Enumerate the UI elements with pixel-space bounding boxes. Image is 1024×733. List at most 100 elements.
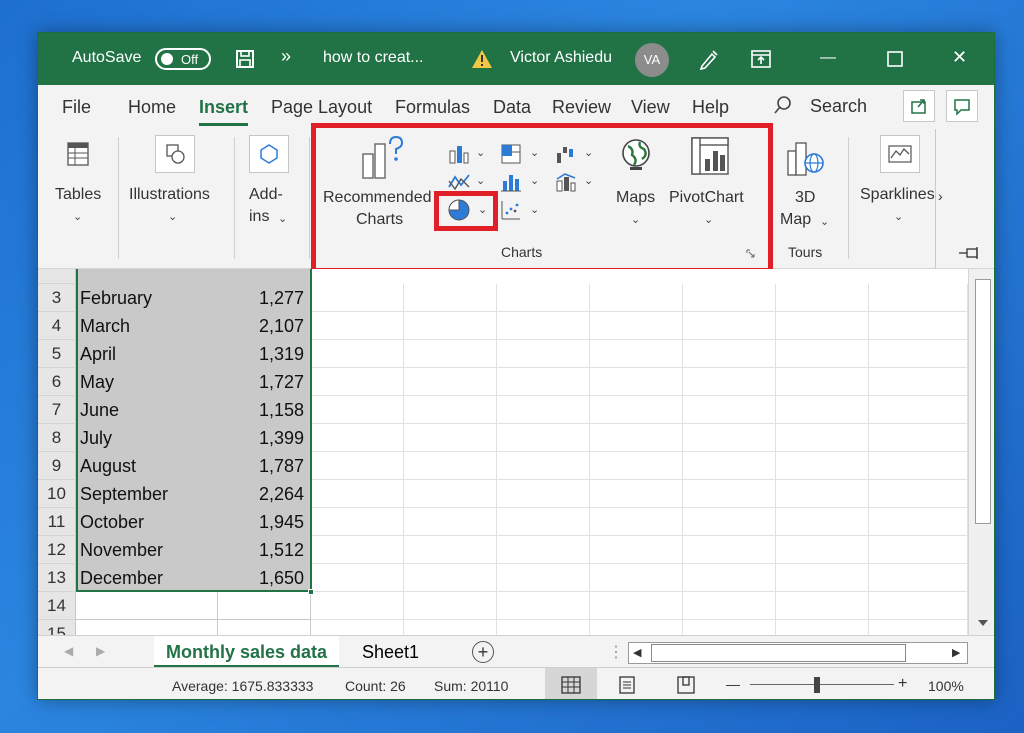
cell[interactable] [869,340,968,368]
tab-home[interactable]: Home [128,97,176,118]
cell[interactable] [311,452,404,480]
ribbon-display-icon[interactable] [747,45,775,73]
cell[interactable] [497,340,590,368]
cell[interactable] [311,564,404,592]
close-button[interactable]: ✕ [952,47,967,68]
row-header[interactable]: 8 [38,424,76,452]
pen-icon[interactable] [695,45,723,73]
chevron-down-icon[interactable]: ⌄ [278,208,287,230]
tab-help[interactable]: Help [692,97,729,118]
cell[interactable] [497,424,590,452]
row-header[interactable]: 11 [38,508,76,536]
cell[interactable] [497,312,590,340]
cell[interactable] [776,396,869,424]
cell[interactable] [869,452,968,480]
cell[interactable] [404,284,497,312]
search-box[interactable]: Search [773,95,867,117]
tab-page-layout[interactable]: Page Layout [271,97,372,118]
scroll-thumb[interactable] [975,279,991,524]
cell[interactable] [590,284,683,312]
chevron-down-icon[interactable]: ⌄ [73,206,82,228]
cell[interactable] [311,312,404,340]
sales-value-cell[interactable] [218,620,311,635]
cell[interactable] [590,508,683,536]
cell[interactable] [683,368,776,396]
scroll-right-icon[interactable]: ▶ [952,646,960,659]
cell[interactable] [590,452,683,480]
cell[interactable] [869,368,968,396]
cell[interactable] [497,508,590,536]
tab-formulas[interactable]: Formulas [395,97,470,118]
3d-map-label-1[interactable]: 3D [795,187,815,209]
cell[interactable] [869,564,968,592]
more-commands-button[interactable]: » [281,46,291,67]
zoom-level[interactable]: 100% [928,678,964,694]
cell[interactable] [497,620,590,635]
cell[interactable] [404,620,497,635]
cell[interactable] [683,564,776,592]
cell[interactable] [311,592,404,620]
tab-insert[interactable]: Insert [199,97,249,126]
split-handle-icon[interactable]: ⋮ [608,642,624,662]
ribbon-scroll-right[interactable]: › [938,185,943,207]
cell[interactable] [311,620,404,635]
cell[interactable] [590,312,683,340]
cell[interactable] [683,592,776,620]
cell[interactable] [404,508,497,536]
cell[interactable] [869,536,968,564]
fill-handle[interactable] [308,589,314,595]
cell[interactable] [776,368,869,396]
tables-button[interactable]: Tables [55,184,101,206]
cell[interactable] [683,508,776,536]
cell[interactable] [683,620,776,635]
tab-review[interactable]: Review [552,97,611,118]
row-header[interactable]: 5 [38,340,76,368]
row-header[interactable]: 13 [38,564,76,592]
row-header[interactable]: 6 [38,368,76,396]
row-header[interactable] [38,269,76,284]
cell[interactable] [311,508,404,536]
cell[interactable] [497,564,590,592]
cell[interactable] [311,536,404,564]
cell[interactable] [497,284,590,312]
cell[interactable] [776,452,869,480]
cell[interactable] [776,312,869,340]
comments-button[interactable] [946,90,978,122]
month-cell[interactable] [76,592,218,620]
cell[interactable] [869,508,968,536]
illustrations-button[interactable]: Illustrations [129,184,210,206]
cell[interactable] [776,480,869,508]
zoom-out-button[interactable]: — [726,676,740,692]
hscroll-thumb[interactable] [651,644,906,662]
cell[interactable] [311,424,404,452]
next-sheet-icon[interactable]: ▶ [96,644,105,658]
month-cell[interactable] [76,620,218,635]
cell[interactable] [776,508,869,536]
row-header[interactable]: 15 [38,620,76,635]
sheet-tab-monthly-sales-data[interactable]: Monthly sales data [154,636,340,668]
cell[interactable] [497,480,590,508]
worksheet-grid[interactable]: 3 February 1,277 4 March 2,107 5 April 1,319 6 May… [38,269,968,635]
row-header[interactable]: 14 [38,592,76,620]
cell[interactable] [590,396,683,424]
cell[interactable] [683,284,776,312]
tab-data[interactable]: Data [493,97,531,118]
cell[interactable] [590,592,683,620]
cell[interactable] [311,480,404,508]
row-header[interactable]: 4 [38,312,76,340]
vertical-scrollbar[interactable] [968,269,994,635]
cell[interactable] [869,424,968,452]
sheet-tab-sheet1[interactable]: Sheet1 [350,636,431,668]
autosave-toggle[interactable]: Off [155,48,211,70]
cell[interactable] [869,480,968,508]
tab-view[interactable]: View [631,97,670,118]
cell[interactable] [404,480,497,508]
horizontal-scrollbar[interactable]: ◀ ▶ [628,642,968,664]
cell[interactable] [869,396,968,424]
row-header[interactable]: 10 [38,480,76,508]
prev-sheet-icon[interactable]: ◀ [64,644,73,658]
sales-value-cell[interactable] [218,592,311,620]
sparklines-button[interactable]: Sparklines [860,184,936,206]
row-header[interactable]: 12 [38,536,76,564]
cell[interactable] [497,396,590,424]
